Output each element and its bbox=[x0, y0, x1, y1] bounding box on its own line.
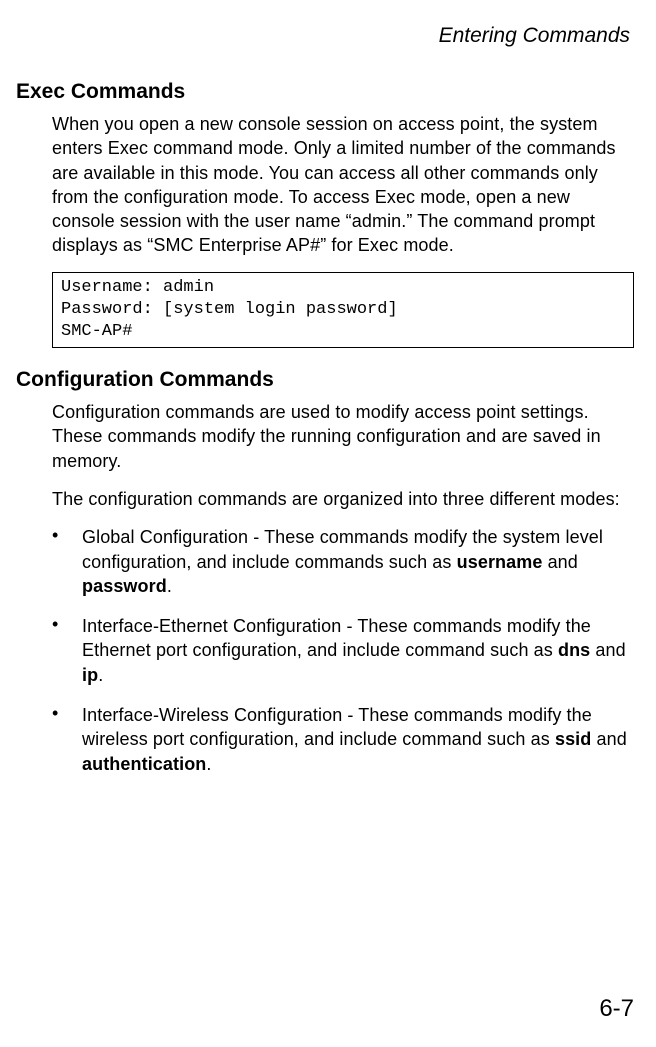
section-heading-config: Configuration Commands bbox=[16, 368, 638, 392]
bullet-pre: Interface-Wireless Configuration - These… bbox=[82, 705, 592, 749]
bullet-mid: and bbox=[590, 640, 625, 660]
bullet-post: . bbox=[98, 665, 103, 685]
bullet-post: . bbox=[167, 576, 172, 596]
bullet-bold: username bbox=[457, 552, 543, 572]
bullet-text-3: Interface-Wireless Configuration - These… bbox=[82, 703, 634, 776]
config-bullet-list: • Global Configuration - These commands … bbox=[52, 525, 634, 776]
bullet-pre: Interface-Ethernet Configuration - These… bbox=[82, 616, 591, 660]
bullet-icon: • bbox=[52, 614, 82, 687]
section-heading-exec: Exec Commands bbox=[16, 80, 638, 104]
bullet-post: . bbox=[206, 754, 211, 774]
chapter-title: Entering Commands bbox=[16, 24, 638, 48]
config-paragraph-2: The configuration commands are organized… bbox=[52, 487, 634, 511]
bullet-mid: and bbox=[591, 729, 626, 749]
list-item: • Global Configuration - These commands … bbox=[52, 525, 634, 598]
bullet-mid: and bbox=[542, 552, 577, 572]
config-paragraph-1: Configuration commands are used to modif… bbox=[52, 400, 634, 473]
list-item: • Interface-Wireless Configuration - The… bbox=[52, 703, 634, 776]
page-number: 6-7 bbox=[599, 995, 634, 1023]
bullet-text-1: Global Configuration - These commands mo… bbox=[82, 525, 634, 598]
bullet-icon: • bbox=[52, 525, 82, 598]
bullet-bold: password bbox=[82, 576, 167, 596]
bullet-bold: authentication bbox=[82, 754, 206, 774]
bullet-bold: dns bbox=[558, 640, 590, 660]
bullet-text-2: Interface-Ethernet Configuration - These… bbox=[82, 614, 634, 687]
bullet-bold: ssid bbox=[555, 729, 591, 749]
exec-paragraph: When you open a new console session on a… bbox=[52, 112, 634, 258]
code-block-exec: Username: admin Password: [system login … bbox=[52, 272, 634, 348]
bullet-icon: • bbox=[52, 703, 82, 776]
list-item: • Interface-Ethernet Configuration - The… bbox=[52, 614, 634, 687]
bullet-bold: ip bbox=[82, 665, 98, 685]
